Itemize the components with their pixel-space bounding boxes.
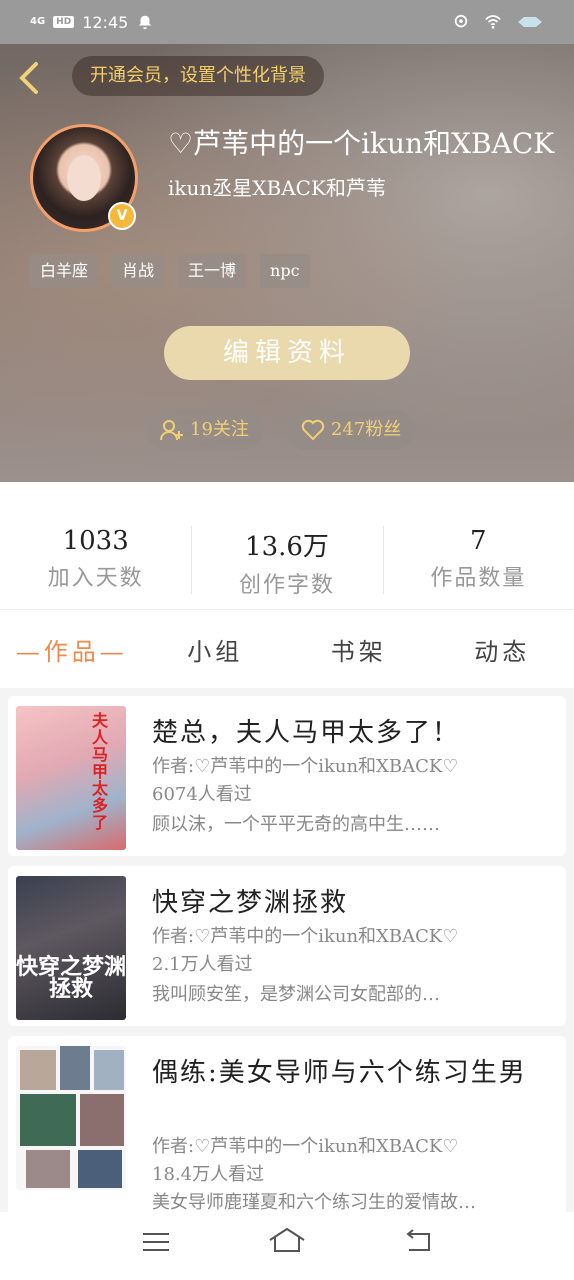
stat-label: 作品数量: [430, 566, 527, 591]
fans-count: 247粉丝: [330, 419, 402, 440]
book-title: 快穿之梦渊拯救: [152, 888, 349, 918]
following-count: 19关注: [190, 419, 249, 440]
tag-item: 王一博: [178, 254, 247, 288]
avatar-face: [67, 155, 101, 201]
user-nickname: ♡芦苇中的一个ikun和XBACK: [168, 127, 555, 160]
cover-photo: [60, 1046, 90, 1090]
book-cover: 快穿之梦渊拯救: [16, 876, 126, 1020]
status-bar: 4G HD 12:45: [0, 0, 574, 44]
home-icon: [269, 1227, 305, 1252]
home-button[interactable]: [267, 1226, 307, 1266]
cover-title: 夫人马甲太多了: [92, 711, 109, 832]
tag-item: npc: [260, 254, 310, 288]
tag-item: 白羊座: [30, 254, 99, 288]
book-card[interactable]: 夫人马甲太多了 楚总，夫人马甲太多了！ 作者:♡芦苇中的一个ikun和XBACK…: [8, 696, 566, 856]
system-nav-bar: [0, 1212, 574, 1280]
book-views: 2.1万人看过: [152, 954, 253, 975]
tab-groups[interactable]: 小组: [144, 632, 288, 667]
back-button[interactable]: [16, 58, 48, 98]
user-signature: ikun丞星XBACK和芦苇: [168, 176, 386, 200]
book-title: 楚总，夫人马甲太多了！: [152, 718, 461, 748]
book-author: 作者:♡芦苇中的一个ikun和XBACK♡: [152, 926, 459, 947]
network-indicator: 4G: [30, 16, 46, 27]
stat-join-days: 1033 加入天数: [0, 482, 191, 609]
book-cover: 夫人马甲太多了: [16, 706, 126, 850]
location-icon: [454, 14, 468, 28]
book-card[interactable]: 偶练:美女导师与六个练习生男 作者:♡芦苇中的一个ikun和XBACK♡ 18.…: [8, 1036, 566, 1226]
tag-list: 白羊座 肖战 王一博 npc: [30, 254, 310, 288]
works-list: 夫人马甲太多了 楚总，夫人马甲太多了！ 作者:♡芦苇中的一个ikun和XBACK…: [0, 688, 574, 1226]
tab-works[interactable]: —作品—: [0, 632, 144, 667]
tab-activity[interactable]: 动态: [431, 632, 574, 667]
hd-indicator: HD: [53, 16, 75, 28]
back-arrow-icon: [19, 62, 38, 94]
stat-label: 加入天数: [47, 566, 144, 591]
profile-tabs: —作品— 小组 书架 动态: [0, 610, 574, 688]
edit-profile-button[interactable]: 编辑资料: [164, 326, 410, 380]
menu-icon: [142, 1233, 169, 1251]
fans-button[interactable]: 247粉丝: [286, 410, 416, 450]
book-description: 我叫顾安笙，是梦渊公司女配部的…: [152, 984, 440, 1005]
stat-value: 13.6万: [245, 532, 329, 562]
book-card[interactable]: 快穿之梦渊拯救 快穿之梦渊拯救 作者:♡芦苇中的一个ikun和XBACK♡ 2.…: [8, 866, 566, 1026]
battery-icon: [518, 17, 542, 27]
tag-item: 肖战: [112, 254, 165, 288]
cover-title: 快穿之梦渊拯救: [16, 954, 126, 1002]
vip-banner[interactable]: 开通会员，设置个性化背景: [72, 56, 324, 96]
book-author: 作者:♡芦苇中的一个ikun和XBACK♡: [152, 1136, 459, 1157]
stat-value: 7: [470, 526, 487, 556]
stat-label: 创作字数: [238, 573, 335, 598]
following-button[interactable]: 19关注: [146, 410, 263, 450]
book-author: 作者:♡芦苇中的一个ikun和XBACK♡: [152, 756, 459, 777]
follow-stats: 19关注 247粉丝: [146, 410, 416, 450]
book-views: 18.4万人看过: [152, 1164, 265, 1185]
heart-icon: [301, 419, 325, 441]
back-nav-button[interactable]: [398, 1226, 438, 1266]
profile-header: 4G HD 12:45 开通会员，设置个性化背景 V ♡芦苇中的一个ikun和X…: [0, 0, 574, 482]
book-cover: [16, 1046, 126, 1190]
cover-photo: [78, 1150, 122, 1188]
cover-photo: [20, 1050, 56, 1090]
wifi-icon: [485, 15, 501, 29]
book-description: 顾以沫，一个平平无奇的高中生……: [152, 814, 440, 835]
cover-photo: [80, 1094, 124, 1146]
book-title: 偶练:美女导师与六个练习生男: [152, 1058, 527, 1088]
stats-panel: 1033 加入天数 13.6万 创作字数 7 作品数量: [0, 482, 574, 610]
notification-bell-icon: [139, 15, 152, 30]
stat-word-count: 13.6万 创作字数: [191, 482, 382, 609]
tab-bookshelf[interactable]: 书架: [287, 632, 431, 667]
add-user-icon: [160, 420, 183, 441]
cover-photo: [94, 1050, 124, 1090]
verified-badge: V: [108, 202, 136, 230]
status-time: 12:45: [82, 12, 129, 32]
return-icon: [406, 1229, 431, 1251]
book-description: 美女导师鹿瑾夏和六个练习生的爱情故…: [152, 1192, 476, 1213]
book-views: 6074人看过: [152, 784, 252, 805]
cover-photo: [26, 1150, 70, 1188]
stat-value: 1033: [62, 526, 129, 556]
cover-photo: [20, 1094, 76, 1146]
stat-works-count: 7 作品数量: [382, 482, 574, 609]
menu-button[interactable]: [136, 1226, 176, 1266]
